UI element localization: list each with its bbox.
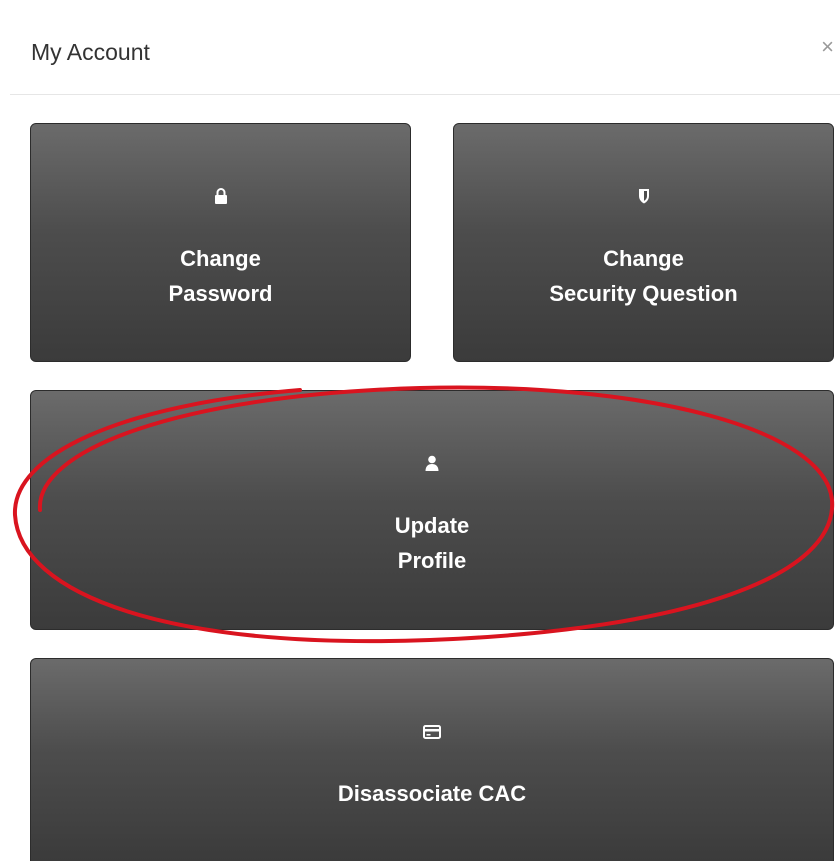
my-account-modal: My Account × Change Password Change Secu… xyxy=(0,0,840,861)
lock-icon xyxy=(31,188,410,204)
change-security-question-label: Change Security Question xyxy=(549,246,738,306)
change-password-button[interactable]: Change Password xyxy=(30,123,411,362)
change-security-question-button[interactable]: Change Security Question xyxy=(453,123,834,362)
modal-header: My Account × xyxy=(10,0,840,95)
disassociate-cac-button[interactable]: Disassociate CAC xyxy=(30,658,834,861)
update-profile-label: Update Profile xyxy=(394,513,470,573)
card-icon xyxy=(31,725,833,739)
user-icon xyxy=(31,455,833,471)
disassociate-cac-label: Disassociate CAC xyxy=(337,781,527,806)
close-icon[interactable]: × xyxy=(821,36,834,58)
update-profile-button[interactable]: Update Profile xyxy=(30,390,834,630)
shield-icon xyxy=(454,188,833,204)
change-password-label: Change Password xyxy=(168,246,273,306)
modal-title: My Account xyxy=(31,39,150,65)
